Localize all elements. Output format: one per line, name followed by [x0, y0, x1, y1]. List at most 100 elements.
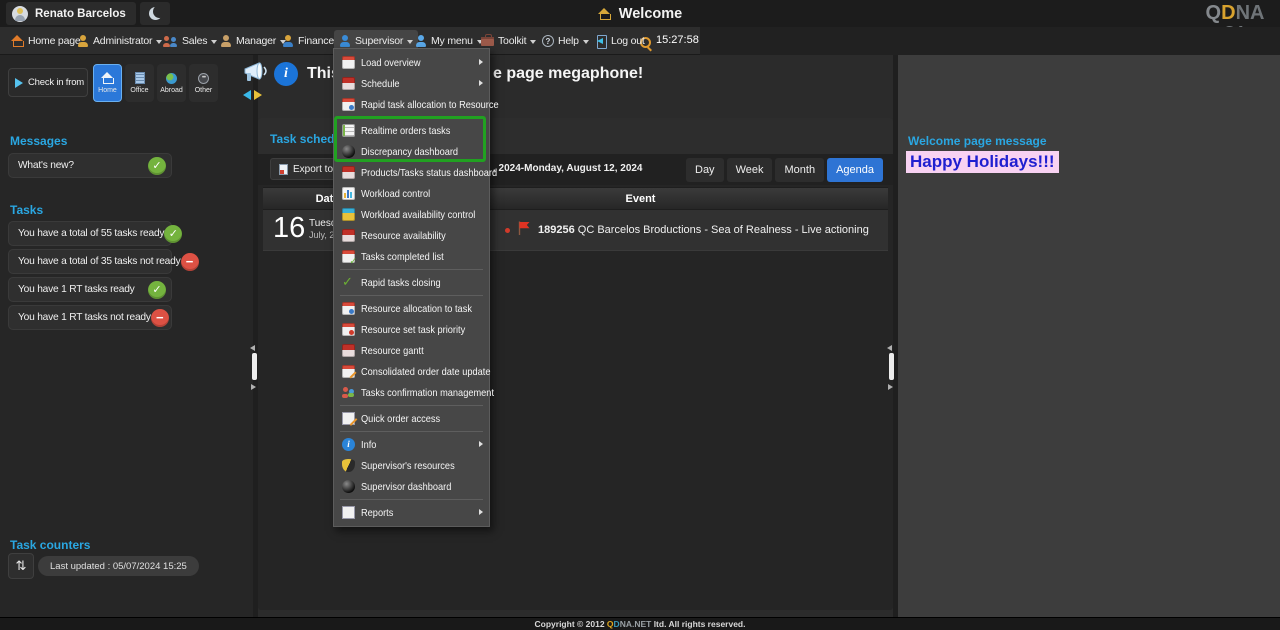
nav-item-label: Help [558, 35, 579, 47]
checkin-location-abroad[interactable]: Abroad [157, 64, 186, 102]
house-icon [11, 35, 24, 47]
nav-item-label: Sales [182, 35, 207, 47]
calendar-check-icon [342, 250, 355, 263]
collapse-left-arrow-icon[interactable] [887, 345, 892, 351]
menu-item-label: Consolidated order date update [361, 366, 490, 378]
checkin-location-label: Home [98, 87, 117, 94]
menu-item-load-overview[interactable]: Load overview [334, 52, 489, 73]
menu-item-resource-allocation-to-task[interactable]: Resource allocation to task [334, 298, 489, 319]
menu-item-discrepancy-dashboard[interactable]: Discrepancy dashboard [334, 141, 489, 162]
task-item[interactable]: You have 1 RT tasks ready✓ [8, 277, 172, 302]
user-chip[interactable]: Renato Barcelos [6, 2, 136, 25]
menu-item-schedule[interactable]: Schedule [334, 73, 489, 94]
menu-item-workload-availability-control[interactable]: Workload availability control [334, 204, 489, 225]
nav-item-log-out[interactable]: Log out [589, 30, 650, 52]
menu-item-tasks-confirmation-management[interactable]: Tasks confirmation management [334, 382, 489, 403]
welcome-message-text: Happy Holidays!!! [906, 151, 1059, 173]
menu-item-info[interactable]: Info [334, 434, 489, 455]
menu-item-label: Supervisor's resources [361, 460, 455, 472]
nav-item-help[interactable]: Help [537, 30, 594, 52]
menu-item-tasks-completed-list[interactable]: Tasks completed list [334, 246, 489, 267]
sphere-icon [342, 145, 355, 158]
menu-item-resource-availability[interactable]: Resource availability [334, 225, 489, 246]
table-icon [342, 124, 355, 137]
view-button-day[interactable]: Day [686, 158, 724, 182]
menu-item-label: Supervisor dashboard [361, 481, 451, 493]
view-button-week[interactable]: Week [727, 158, 773, 182]
calendar-icon [342, 56, 355, 69]
event-id: 189256 [538, 224, 575, 236]
view-button-month[interactable]: Month [775, 158, 824, 182]
info-icon [342, 438, 355, 451]
nav-item-label: Log out [611, 35, 645, 47]
page-title: Welcome [619, 6, 682, 22]
menu-item-rapid-task-allocation-to-resource[interactable]: Rapid task allocation to Resource [334, 94, 489, 115]
menu-item-workload-control[interactable]: Workload control [334, 183, 489, 204]
menu-item-rapid-tasks-closing[interactable]: Rapid tasks closing [334, 272, 489, 293]
nav-item-label: Toolkit [498, 35, 526, 47]
footer-prefix: Copyright © 2012 [535, 619, 607, 629]
menu-item-consolidated-order-date-update[interactable]: Consolidated order date update [334, 361, 489, 382]
next-arrow-icon[interactable] [254, 90, 262, 100]
prev-arrow-icon[interactable] [243, 90, 251, 100]
menu-item-label: Workload availability control [361, 209, 475, 221]
page-icon [342, 506, 355, 519]
footer-brand-q: Q [607, 619, 614, 629]
menu-item-label: Load overview [361, 57, 421, 69]
menu-item-supervisor-s-resources[interactable]: Supervisor's resources [334, 455, 489, 476]
view-button-agenda[interactable]: Agenda [827, 158, 883, 182]
task-item[interactable]: You have 1 RT tasks not ready− [8, 305, 172, 330]
left-splitter-handle[interactable] [252, 353, 257, 380]
menu-item-reports[interactable]: Reports [334, 502, 489, 523]
checkin-location-other[interactable]: Other [189, 64, 218, 102]
collapse-left-arrow-icon[interactable] [250, 345, 255, 351]
person-lightblue-icon [415, 35, 427, 47]
nav-item-label: Finance [298, 35, 334, 47]
menu-item-resource-gantt[interactable]: Resource gantt [334, 340, 489, 361]
user-name: Renato Barcelos [35, 8, 126, 20]
menu-item-label: Info [361, 439, 376, 451]
check-in-button[interactable]: Check in from [8, 68, 88, 97]
menu-separator [340, 295, 483, 296]
menu-separator [340, 405, 483, 406]
megaphone-icon [242, 60, 272, 91]
folder-chart-icon [342, 208, 355, 221]
refresh-button[interactable]: ⇅ [8, 553, 34, 579]
expand-right-arrow-icon[interactable] [251, 384, 256, 390]
globe-icon [166, 73, 177, 84]
logo-line1: QDNA [1200, 3, 1270, 23]
checkin-location-home[interactable]: Home [93, 64, 122, 102]
help-icon [542, 35, 554, 47]
nav-bar: 15:27:58 Home pageAdministratorSalesMana… [0, 27, 1280, 55]
menu-item-label: Realtime orders tasks [361, 125, 450, 137]
checkin-location-office[interactable]: Office [125, 64, 154, 102]
dark-mode-toggle[interactable] [140, 2, 170, 25]
task-item[interactable]: You have a total of 35 tasks not ready− [8, 249, 172, 274]
people-icon [163, 35, 178, 47]
nav-item-label: Administrator [93, 35, 152, 47]
nav-item-sales[interactable]: Sales [158, 30, 222, 52]
check-circle-icon: ✓ [164, 225, 182, 243]
nav-item-administrator[interactable]: Administrator [72, 30, 167, 52]
nav-item-label: Supervisor [355, 35, 403, 47]
menu-item-resource-set-task-priority[interactable]: Resource set task priority [334, 319, 489, 340]
home-icon [101, 72, 114, 84]
task-item[interactable]: You have a total of 55 tasks ready✓ [8, 221, 172, 246]
menu-item-label: Workload control [361, 188, 430, 200]
page-edit-icon [342, 412, 355, 425]
menu-item-label: Discrepancy dashboard [361, 146, 458, 158]
calendar-red-icon [342, 166, 355, 179]
pdf-file-icon [279, 164, 288, 175]
menu-item-label: Schedule [361, 78, 400, 90]
menu-item-quick-order-access[interactable]: Quick order access [334, 408, 489, 429]
menu-item-supervisor-dashboard[interactable]: Supervisor dashboard [334, 476, 489, 497]
menu-item-products-tasks-status-dashboard[interactable]: Products/Tasks status dashboard [334, 162, 489, 183]
right-splitter-handle[interactable] [889, 353, 894, 380]
expand-right-arrow-icon[interactable] [888, 384, 893, 390]
view-buttons: Day Week Month Agenda [686, 158, 883, 182]
person-gold-icon [77, 35, 89, 47]
message-item[interactable]: What's new?✓ [8, 153, 172, 178]
menu-item-realtime-orders-tasks[interactable]: Realtime orders tasks [334, 120, 489, 141]
supervisor-dropdown-menu: Load overview Schedule Rapid task allocati… [333, 48, 490, 527]
moon-icon [149, 7, 162, 20]
